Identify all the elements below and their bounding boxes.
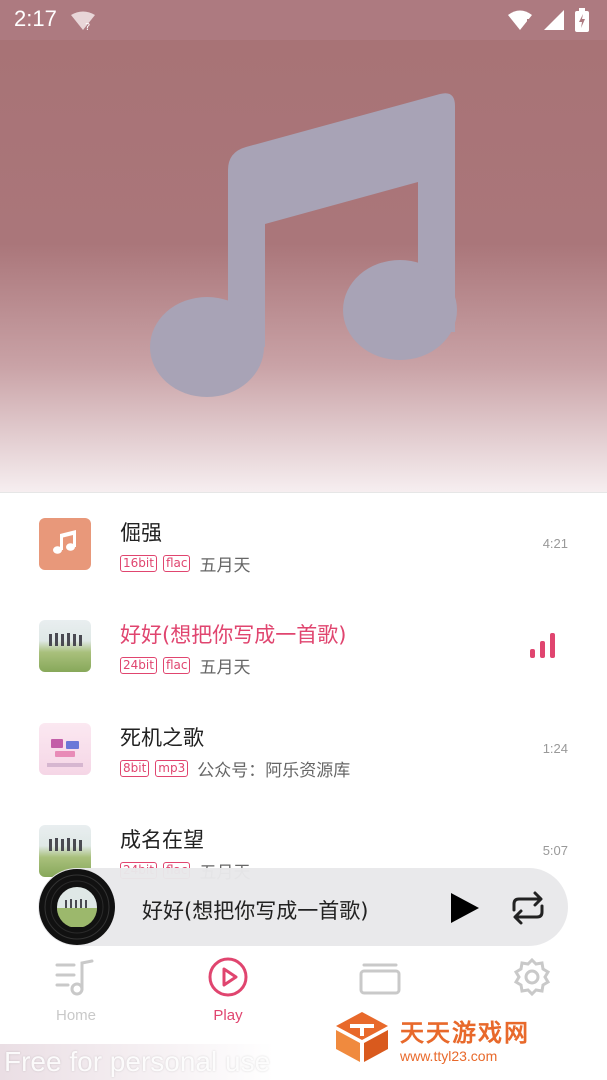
site-url: www.ttyl23.com [400,1047,498,1064]
home-icon [54,959,98,1003]
site-name: 天天游戏网 [400,1018,530,1047]
site-logo: 天天游戏网 www.ttyl23.com [332,1008,530,1068]
play-icon[interactable] [446,890,482,930]
wifi-question-icon: ? [70,11,96,35]
bit-depth-badge: 24bit [120,657,157,674]
site-logo-icon [332,1008,392,1068]
album-art-header [0,40,607,492]
signal-icon [543,9,565,35]
album-cover [39,723,91,775]
song-duration: 4:21 [542,536,568,551]
song-artist: 五月天 [199,658,251,678]
song-row[interactable]: 倔强 16bit flac 五月天 4:21 [0,493,607,593]
svg-text:?: ? [85,22,90,31]
song-artist: 五月天 [199,556,251,576]
library-icon [358,963,402,1003]
song-duration: 5:07 [542,843,568,858]
mini-player[interactable]: 好好(想把你写成一首歌) [38,868,568,946]
music-note-icon [150,92,460,406]
song-title: 倔强 [120,521,162,545]
watermark-text: Free for personal use [0,1044,275,1080]
settings-icon [510,957,554,1003]
nav-play-label: Play [213,1007,243,1024]
song-artist: 公众号：阿乐资源库 [197,761,351,781]
song-duration: 1:24 [542,741,568,756]
format-badge: flac [162,555,191,572]
song-row[interactable]: 死机之歌 8bit mp3 公众号：阿乐资源库 1:24 [0,698,607,798]
nav-settings[interactable] [472,955,592,1003]
format-badge: flac [162,657,191,674]
bit-depth-badge: 16bit [120,555,157,572]
song-title: 成名在望 [120,828,204,852]
format-badge: mp3 [155,760,189,777]
wifi-icon [507,9,533,35]
play-circle-icon [206,957,250,1003]
bit-depth-badge: 8bit [120,760,150,777]
song-title: 死机之歌 [120,726,204,750]
music-note-icon [51,528,79,560]
equalizer-icon [529,631,557,663]
now-playing-title: 好好(想把你写成一首歌) [142,899,369,923]
nav-home-label: Home [55,1007,96,1024]
song-title: 好好(想把你写成一首歌) [120,623,347,647]
status-time: 2:17 [14,6,57,31]
song-row[interactable]: 好好(想把你写成一首歌) 24bit flac 五月天 [0,595,607,695]
repeat-icon[interactable] [508,890,548,930]
nav-play[interactable]: Play [168,955,288,1024]
cover-placeholder [39,518,91,570]
vinyl-disc[interactable] [38,868,116,946]
nav-library[interactable] [320,955,440,1003]
nav-home[interactable]: Home [16,955,136,1024]
status-bar: 2:17 ? [0,0,607,40]
album-cover [39,620,91,672]
battery-icon [575,8,589,36]
